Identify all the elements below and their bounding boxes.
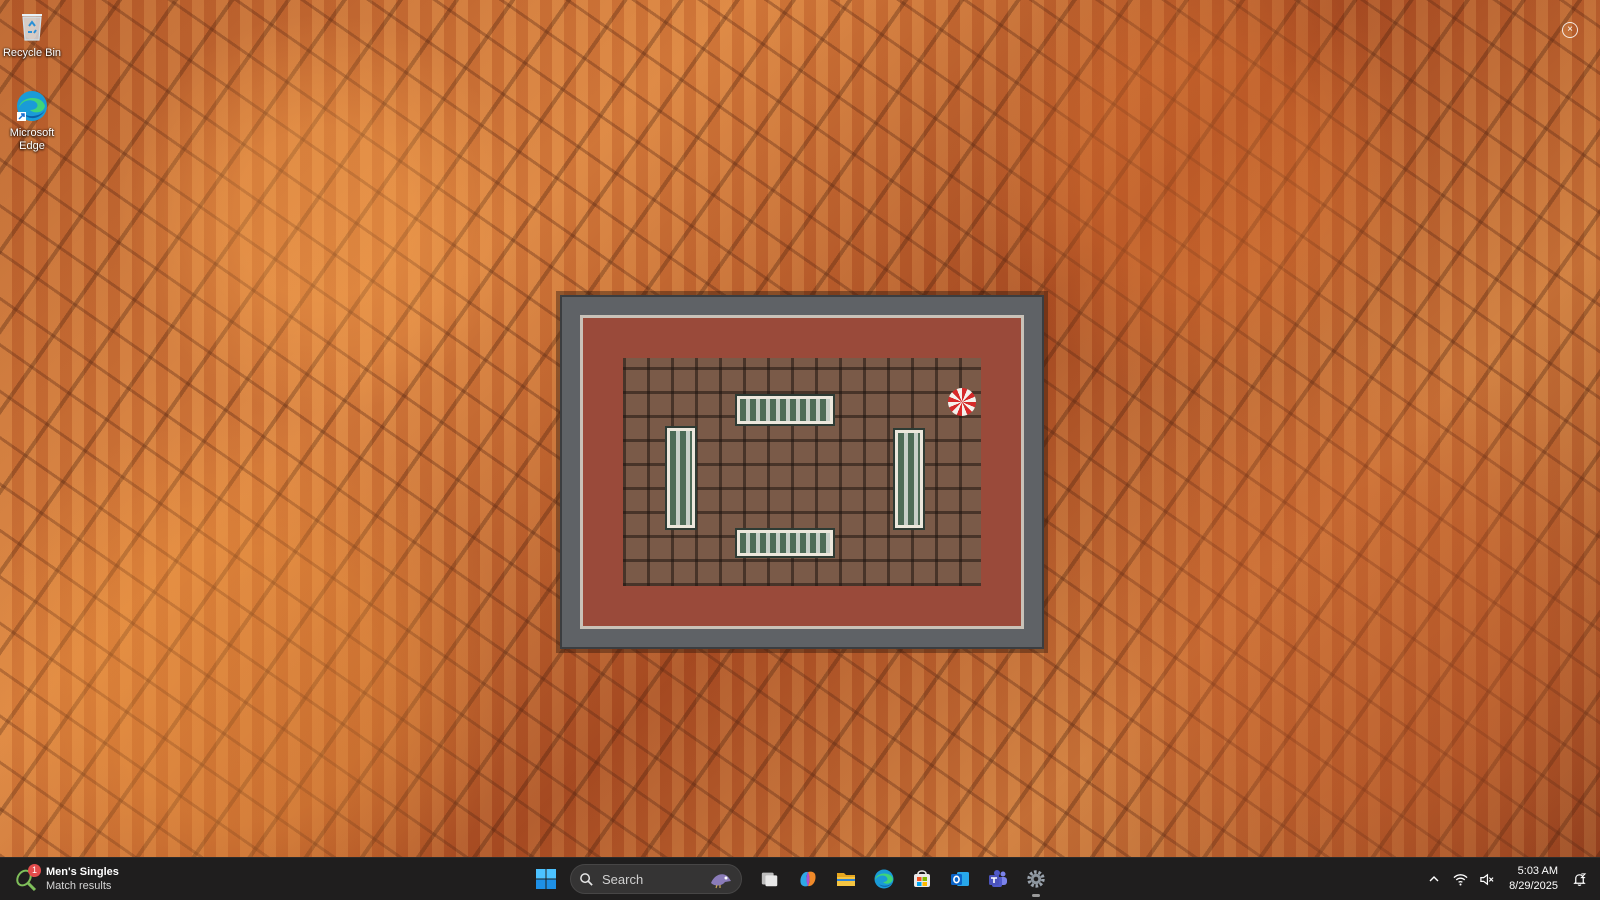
widget-badge: 1 [28, 864, 41, 877]
store-button[interactable] [906, 863, 938, 895]
wallpaper-plaza [560, 295, 1044, 649]
copilot-icon [800, 871, 816, 887]
widgets-button[interactable]: 1 Men's Singles Match results [14, 864, 119, 894]
plaza-square [623, 358, 981, 586]
clock-date: 8/29/2025 [1509, 880, 1558, 892]
recycle-bin-label: Recycle Bin [2, 47, 62, 59]
network-button[interactable] [1448, 867, 1472, 891]
search-highlight-icon [711, 874, 731, 889]
speaker-muted-icon [1479, 873, 1494, 885]
widget-subtitle: Match results [46, 880, 112, 892]
edge-label: Microsoft Edge [9, 127, 55, 152]
plaza-facade [580, 315, 1024, 629]
outlook-icon [951, 872, 969, 886]
clock-time: 5:03 AM [1517, 865, 1558, 877]
file-explorer-button[interactable] [830, 863, 862, 895]
wifi-icon [1453, 873, 1468, 885]
show-hidden-icons-button[interactable] [1422, 867, 1446, 891]
task-view-button[interactable] [754, 863, 786, 895]
market-stall [735, 528, 835, 558]
umbrella [948, 388, 976, 416]
market-stall [893, 428, 925, 530]
edge-icon [17, 91, 47, 121]
recycle-bin-icon [22, 14, 42, 41]
windows-start-icon [536, 869, 556, 889]
taskbar: 1 Men's Singles Match results Search 5:0… [0, 857, 1600, 900]
market-stall [735, 394, 835, 426]
teams-button[interactable] [982, 863, 1014, 895]
tennis-icon: 1 [14, 864, 41, 892]
start-button[interactable] [530, 863, 562, 895]
volume-button[interactable] [1474, 867, 1498, 891]
settings-button[interactable] [1020, 863, 1052, 897]
edge-icon [874, 869, 894, 889]
task-view-icon [761, 872, 778, 887]
desktop-wallpaper: Recycle Bin Microsoft Edge × [0, 0, 1600, 857]
outlook-button[interactable] [944, 863, 976, 895]
chevron-up-icon [1429, 876, 1439, 882]
folder-icon [837, 873, 855, 886]
gear-icon [1027, 870, 1045, 888]
clock-button[interactable]: 5:03 AM 8/29/2025 [1509, 864, 1558, 894]
store-icon [914, 870, 930, 887]
widget-title: Men's Singles [46, 866, 119, 878]
edge-taskbar-button[interactable] [868, 863, 900, 895]
edge-shortcut[interactable]: Microsoft Edge [2, 88, 62, 153]
notification-bell-icon [1572, 872, 1586, 886]
search-input[interactable]: Search [570, 864, 742, 894]
close-icon[interactable]: × [1562, 22, 1578, 38]
copilot-button[interactable] [792, 863, 824, 895]
market-stall [665, 426, 697, 530]
search-icon [580, 872, 593, 886]
search-label: Search [602, 871, 644, 887]
notifications-button[interactable] [1566, 866, 1592, 892]
teams-icon [989, 870, 1007, 887]
recycle-bin-shortcut[interactable]: Recycle Bin [2, 8, 62, 60]
